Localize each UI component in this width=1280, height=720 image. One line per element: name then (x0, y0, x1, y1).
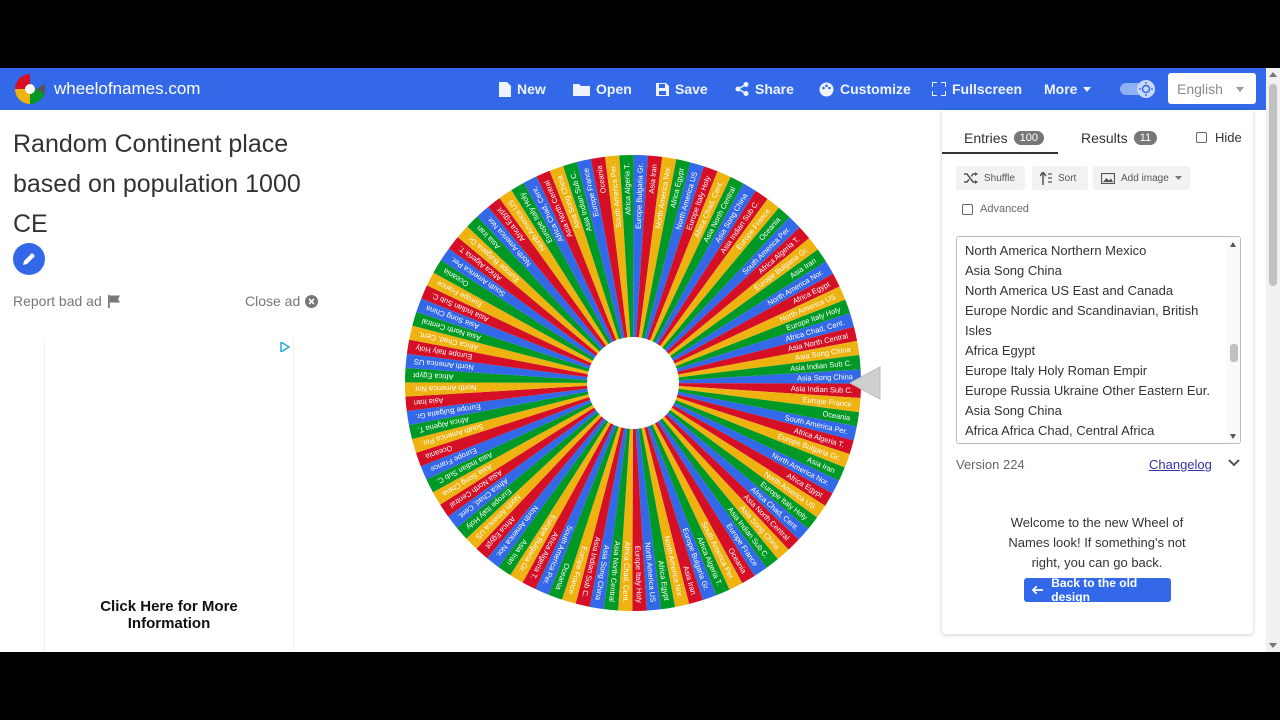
language-select[interactable]: English (1168, 73, 1256, 104)
entry-line: Asia Song China (965, 403, 1062, 418)
tab-entries[interactable]: Entries 100 (964, 130, 1044, 146)
scroll-up-arrow-icon[interactable] (1230, 242, 1236, 247)
wheel-center-hub[interactable] (587, 337, 679, 429)
entry-line: Europe Nordic and Scandinavian, British (965, 303, 1199, 318)
add-image-button[interactable]: Add image (1093, 166, 1190, 190)
chevron-down-icon[interactable] (1228, 459, 1240, 467)
entries-scrollbar[interactable] (1227, 237, 1240, 443)
top-nav-bar: wheelofnames.com New Open Save Share Cus… (0, 68, 1266, 110)
page-scrollbar[interactable] (1266, 68, 1280, 652)
entry-line: Europe Russia Ukraine Other Eastern Eur. (965, 383, 1210, 398)
flag-icon (107, 294, 120, 308)
active-tab-indicator (942, 152, 1058, 154)
palette-icon (819, 82, 834, 96)
site-brand[interactable]: wheelofnames.com (54, 79, 200, 99)
sort-button[interactable]: Sort (1032, 166, 1088, 190)
nav-new-button[interactable]: New (499, 68, 546, 110)
wheel-slice-label: Africa Egypt (412, 371, 454, 381)
close-circle-icon (305, 294, 319, 308)
entry-line: Isles (965, 323, 992, 338)
wheel-title: Random Continent place based on populati… (13, 130, 301, 238)
entries-textarea[interactable]: North America Northern Mexico Asia Song … (956, 236, 1241, 444)
ad-cta-text[interactable]: Click Here for More Information (60, 598, 278, 632)
hide-checkbox-box[interactable] (1196, 132, 1207, 143)
scrollbar-thumb[interactable] (1269, 84, 1277, 286)
entry-line: Asia Song China (965, 263, 1062, 278)
scroll-down-arrow-icon[interactable] (1230, 434, 1236, 439)
floppy-icon (656, 82, 669, 96)
adchoices-icon[interactable] (280, 342, 290, 352)
changelog-link[interactable]: Changelog (1149, 457, 1212, 472)
spin-wheel[interactable]: Asia Song ChinaAsia Indian Sub C.Europe … (403, 153, 863, 613)
entries-panel: Entries 100 Results 11 Hide Shuffle Sort… (942, 110, 1253, 634)
file-icon (499, 81, 511, 97)
entry-line: North America US East and Canada (965, 283, 1174, 298)
nav-save-button[interactable]: Save (656, 68, 708, 110)
scrollbar-thumb[interactable] (1230, 344, 1238, 362)
edit-title-button[interactable] (13, 243, 45, 275)
hide-checkbox[interactable]: Hide (1196, 130, 1242, 145)
results-count-badge: 11 (1133, 131, 1158, 145)
wheel-slice-label: Europe Italy Holy (633, 546, 644, 604)
shuffle-icon (964, 172, 978, 184)
arrow-left-icon (1032, 585, 1044, 595)
nav-open-button[interactable]: Open (573, 68, 632, 110)
wheel-slice-label: Africa Algeria T. (622, 163, 632, 215)
sort-icon (1040, 171, 1052, 185)
nav-more-button[interactable]: More (1044, 68, 1092, 110)
image-icon (1101, 172, 1115, 184)
caret-down-icon (1174, 176, 1182, 180)
entry-line: North America Northern Mexico (965, 243, 1147, 258)
close-ad-link[interactable]: Close ad (245, 293, 319, 309)
wheel-slice-label: Asia Song China (797, 372, 854, 383)
entry-line: Africa Africa Chad, Central Africa (965, 423, 1155, 438)
entry-line: Africa Egypt (965, 343, 1036, 358)
version-label: Version 224 (956, 457, 1025, 472)
folder-icon (573, 83, 590, 96)
wheel-pointer-icon (850, 366, 881, 400)
advanced-checkbox[interactable]: Advanced (962, 203, 1029, 215)
theme-toggle[interactable] (1120, 80, 1156, 98)
entry-line: Europe Italy Holy Roman Empir (965, 363, 1148, 378)
scroll-up-arrow-icon[interactable] (1269, 72, 1277, 77)
entries-count-badge: 100 (1013, 131, 1044, 145)
browser-viewport: wheelofnames.com New Open Save Share Cus… (0, 68, 1280, 652)
welcome-message: Welcome to the new Wheel of Names look! … (1008, 515, 1186, 570)
nav-customize-button[interactable]: Customize (819, 68, 911, 110)
wheel-slice-label: North America Nor. (413, 383, 477, 394)
advanced-checkbox-box[interactable] (962, 203, 973, 215)
caret-down-icon (1236, 87, 1244, 92)
pencil-icon (23, 253, 35, 265)
caret-down-icon (1083, 86, 1092, 92)
logo-icon[interactable] (14, 73, 46, 105)
share-icon (735, 82, 749, 96)
tab-results[interactable]: Results 11 (1081, 130, 1158, 146)
nav-share-button[interactable]: Share (735, 68, 794, 110)
back-to-old-design-button[interactable]: Back to the old design (1024, 576, 1171, 604)
scroll-down-arrow-icon[interactable] (1269, 643, 1277, 648)
report-bad-ad-link[interactable]: Report bad ad (13, 293, 120, 309)
shuffle-button[interactable]: Shuffle (956, 166, 1025, 190)
fullscreen-icon (932, 82, 946, 96)
nav-fullscreen-button[interactable]: Fullscreen (932, 68, 1022, 110)
